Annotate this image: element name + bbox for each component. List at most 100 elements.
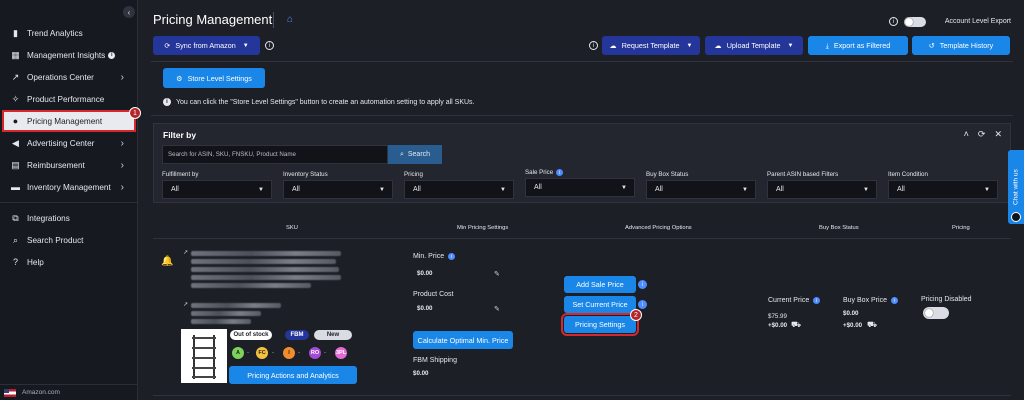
sync-icon: ⟳ <box>164 41 171 50</box>
chevron-up-icon[interactable]: ˄ <box>964 129 969 140</box>
pricing-actions-analytics-button[interactable]: Pricing Actions and Analytics <box>229 366 357 384</box>
table-header-divider <box>153 238 1011 239</box>
item-condition-select[interactable]: All ▼ <box>888 180 998 199</box>
sidebar-item-trend-analytics[interactable]: ▮ Trend Analytics <box>0 22 138 44</box>
current-price-value: $75.99 <box>768 313 787 320</box>
buy-box-price-label: Buy Box Price i <box>843 297 898 304</box>
status-dot-i[interactable]: I <box>283 347 295 359</box>
sidebar-item-label: Product Performance <box>27 94 105 104</box>
template-info-icon[interactable]: i <box>589 41 598 50</box>
sidebar-item-inventory-management[interactable]: ▬ Inventory Management › <box>0 176 138 198</box>
sidebar-item-operations-center[interactable]: ↗ Operations Center › <box>0 66 138 88</box>
sidebar-item-search-product[interactable]: ⌕ Search Product <box>0 229 138 251</box>
pricing-toggle[interactable] <box>923 307 949 319</box>
add-sale-price-info-icon[interactable]: i <box>638 280 647 289</box>
truck-icon: ⛟ <box>867 320 878 329</box>
search-button[interactable]: ⌕ Search <box>388 145 442 164</box>
search-input[interactable] <box>162 145 388 164</box>
reimbursement-icon: ▤ <box>11 159 20 170</box>
fulfillment-badge: FBM <box>285 330 309 340</box>
sparkle-icon: ✧ <box>11 93 20 104</box>
parent-asin-select[interactable]: All ▼ <box>767 180 877 199</box>
caret-down-icon: ▼ <box>379 186 385 193</box>
calculate-optimal-min-price-button[interactable]: Calculate Optimal Min. Price <box>413 331 513 349</box>
title-divider <box>273 12 274 28</box>
status-dot-a[interactable]: A <box>232 347 244 359</box>
home-icon[interactable]: ⌂ <box>287 14 293 25</box>
template-history-button[interactable]: ↺ Template History <box>912 36 1010 55</box>
buy-box-shipping-value: +$0.00 <box>843 322 863 329</box>
edit-product-cost-icon[interactable]: ✎ <box>494 305 500 313</box>
sidebar-nav: ▮ Trend Analytics ▦ Management Insights … <box>0 22 138 273</box>
marketplace-label: Amazon.com <box>22 389 60 396</box>
pricing-select[interactable]: All ▼ <box>404 180 514 199</box>
blurred-product-title <box>191 275 341 280</box>
edit-min-price-icon[interactable]: ✎ <box>494 270 500 278</box>
filter-label-parent-asin: Parent ASIN based Filters <box>767 171 839 178</box>
add-sale-price-button[interactable]: Add Sale Price <box>564 276 636 293</box>
sidebar-item-help[interactable]: ? Help <box>0 251 138 273</box>
pricing-settings-button[interactable]: Pricing Settings <box>561 313 639 336</box>
fbm-shipping-label: FBM Shipping <box>413 357 457 364</box>
upload-template-button[interactable]: ☁ Upload Template ▼ <box>705 36 803 55</box>
sidebar-item-label: Trend Analytics <box>27 28 83 38</box>
sidebar-item-product-performance[interactable]: ✧ Product Performance <box>0 88 138 110</box>
notice-divider <box>151 115 1013 116</box>
external-link-icon[interactable]: ↗ <box>183 249 188 256</box>
condition-badge: New <box>314 330 352 340</box>
sync-info-icon[interactable]: i <box>265 41 274 50</box>
trend-up-icon: ↗ <box>11 71 20 82</box>
history-icon: ↺ <box>928 41 935 50</box>
info-icon[interactable]: i <box>448 253 456 260</box>
filter-label-item-condition: Item Condition <box>888 171 928 178</box>
info-icon[interactable]: i <box>890 297 898 304</box>
sidebar: ‹ ▮ Trend Analytics ▦ Management Insight… <box>0 0 141 400</box>
set-current-price-info-icon[interactable]: i <box>638 300 647 309</box>
info-icon[interactable]: i <box>889 17 898 26</box>
status-dot-ro[interactable]: RO <box>309 347 321 359</box>
blurred-sku <box>191 319 251 324</box>
toolbar-divider <box>151 61 1013 62</box>
sync-from-amazon-button[interactable]: ⟳ Sync from Amazon ▼ <box>153 36 260 55</box>
sidebar-item-reimbursement[interactable]: ▤ Reimbursement › <box>0 154 138 176</box>
chat-bubble-icon[interactable] <box>1011 212 1021 222</box>
column-header-buy-box-status: Buy Box Status <box>819 225 859 231</box>
buy-box-price-value: $0.00 <box>843 310 859 317</box>
caret-down-icon: ▼ <box>258 186 264 193</box>
product-cost-value: $0.00 <box>417 305 433 312</box>
sidebar-item-advertising-center[interactable]: ◀ Advertising Center › <box>0 132 138 154</box>
info-icon[interactable]: i <box>556 169 564 176</box>
set-current-price-button[interactable]: Set Current Price <box>564 296 636 313</box>
product-cost-label: Product Cost <box>413 291 454 298</box>
inventory-status-select[interactable]: All ▼ <box>283 180 393 199</box>
main-content: Pricing Management ⌂ i Account Level Exp… <box>139 0 1024 400</box>
product-image[interactable] <box>181 329 227 383</box>
external-link-icon[interactable]: ↗ <box>183 301 188 308</box>
marketplace-selector[interactable]: Amazon.com <box>0 384 138 400</box>
refresh-icon[interactable]: ⟳ <box>978 129 986 140</box>
fulfillment-select[interactable]: All ▼ <box>162 180 272 199</box>
bell-icon[interactable]: 🔔 <box>161 256 173 267</box>
sidebar-item-label: Inventory Management <box>27 182 111 192</box>
sale-price-select[interactable]: All ▼ <box>525 178 635 197</box>
sidebar-item-management-insights[interactable]: ▦ Management Insights i <box>0 44 138 66</box>
store-level-settings-button[interactable]: ⚙ Store Level Settings <box>163 68 265 88</box>
dot-separator: - <box>324 350 326 356</box>
status-dot-fc[interactable]: FC <box>256 347 268 359</box>
min-price-label: Min. Price i <box>413 253 456 260</box>
export-as-filtered-button[interactable]: ⤓ Export as Filtered <box>808 36 908 55</box>
sidebar-item-integrations[interactable]: ⧉ Integrations <box>0 207 138 229</box>
account-level-export-toggle[interactable] <box>904 17 926 27</box>
column-header-min-pricing: Min Pricing Settings <box>457 225 509 231</box>
request-template-button[interactable]: ☁ Request Template ▼ <box>602 36 700 55</box>
column-header-pricing: Pricing <box>952 225 970 231</box>
column-header-sku: SKU <box>286 225 298 231</box>
sidebar-item-label: Management Insights <box>27 50 106 60</box>
info-icon[interactable]: i <box>813 297 821 304</box>
callout-badge-2: 2 <box>630 309 642 321</box>
close-icon[interactable]: ✕ <box>994 129 1002 140</box>
buy-box-status-select[interactable]: All ▼ <box>646 180 756 199</box>
status-dot-3pl[interactable]: 3PL <box>335 347 347 359</box>
collapse-sidebar-button[interactable]: ‹ <box>123 6 135 18</box>
sidebar-item-pricing-management[interactable]: ● Pricing Management <box>2 110 136 132</box>
